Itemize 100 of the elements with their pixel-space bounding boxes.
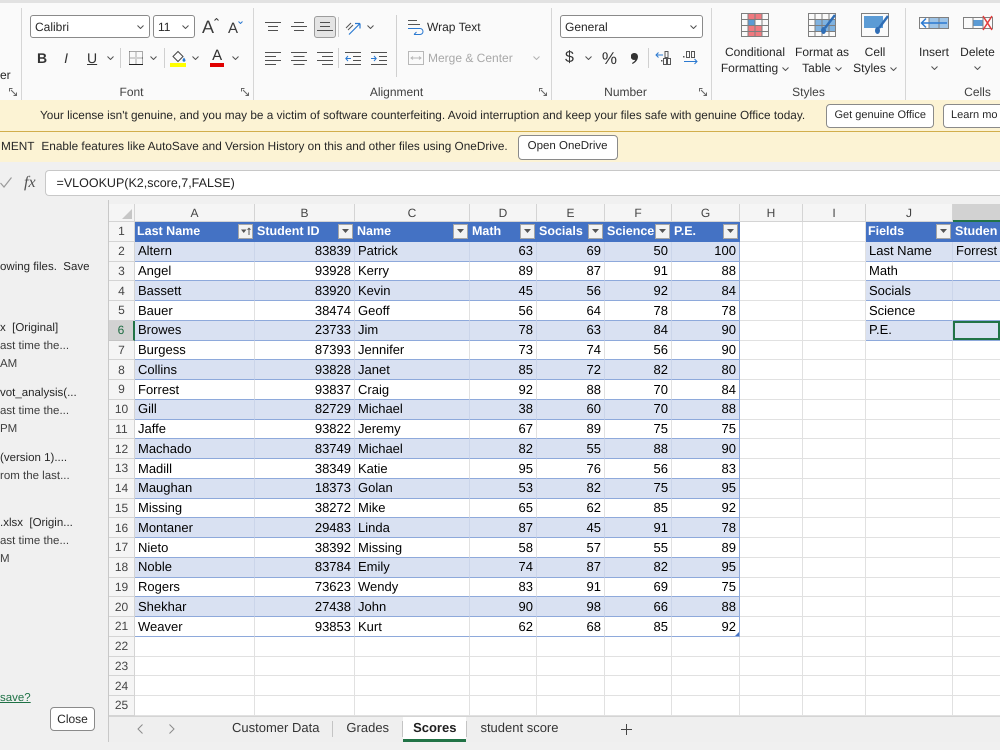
banner-button[interactable]: Learn mo — [943, 104, 1000, 128]
open-onedrive-button[interactable]: Open OneDrive — [518, 134, 618, 160]
row-header[interactable]: 7 — [109, 340, 135, 360]
font-size-dropdown[interactable]: 11 — [153, 15, 195, 38]
wrap-text-button[interactable]: Wrap Text — [408, 15, 540, 38]
file-name[interactable]: x [Original] — [0, 319, 58, 337]
column-header[interactable]: B — [255, 204, 355, 222]
font-color-button[interactable]: A — [210, 49, 224, 67]
dialog-launcher-button[interactable] — [241, 88, 249, 96]
dialog-launcher-button[interactable] — [9, 88, 17, 96]
formula-field[interactable]: =VLOOKUP(K2,score,7,FALSE) — [44, 170, 1000, 196]
row-header[interactable]: 13 — [109, 459, 135, 479]
row-header[interactable]: 5 — [109, 301, 135, 321]
italic-button[interactable]: I — [64, 51, 68, 65]
table-style-button[interactable]: Format as Table — [794, 13, 850, 76]
increase-indent-button[interactable] — [371, 52, 387, 64]
file-name[interactable]: .xlsx [Origin... — [0, 514, 73, 532]
table-cell: 29483 — [255, 518, 355, 538]
row-header[interactable]: 21 — [109, 617, 135, 637]
column-header[interactable]: D — [470, 204, 537, 222]
insert-button[interactable]: Insert — [915, 14, 953, 70]
row-header[interactable]: 6 — [109, 320, 135, 340]
column-header[interactable]: G — [672, 204, 740, 222]
delete-button[interactable]: Delete — [958, 14, 997, 70]
fill-color-button[interactable] — [170, 50, 186, 66]
comma-style-button[interactable] — [631, 52, 638, 64]
decrease-decimal-button[interactable] — [683, 51, 700, 65]
filter-button[interactable] — [936, 224, 951, 239]
column-header[interactable]: J — [866, 204, 953, 222]
table-cell: 89 — [672, 538, 740, 558]
row-header[interactable]: 9 — [109, 380, 135, 400]
dropdown-button[interactable] — [232, 56, 240, 60]
cell-style-button[interactable]: Cell Styles — [851, 13, 899, 76]
column-header[interactable]: F — [605, 204, 672, 222]
row-header[interactable]: 20 — [109, 597, 135, 617]
table-cell: Madill — [135, 459, 255, 479]
dropdown-button[interactable] — [150, 56, 158, 60]
underline-button[interactable]: U — [87, 51, 98, 65]
filter-button[interactable] — [453, 224, 468, 239]
row-header[interactable]: 2 — [109, 242, 135, 262]
insert-function-button[interactable]: fx — [24, 170, 36, 196]
column-header[interactable]: E — [537, 204, 605, 222]
banner-button[interactable]: Get genuine Office — [826, 104, 934, 128]
dropdown-button[interactable] — [584, 56, 592, 60]
dialog-launcher-button[interactable] — [539, 88, 547, 96]
percent-button[interactable]: % — [602, 50, 618, 66]
sheet-tab[interactable]: student score — [467, 716, 572, 742]
column-header[interactable]: I — [803, 204, 866, 222]
file-name[interactable]: (version 1).... — [0, 449, 68, 467]
filter-button[interactable] — [655, 224, 670, 239]
column-header[interactable]: A — [135, 204, 255, 222]
check-icon[interactable] — [0, 177, 12, 188]
sheet-tab[interactable]: Grades — [333, 716, 402, 742]
dropdown-button[interactable] — [107, 56, 114, 60]
row-header[interactable]: 16 — [109, 518, 135, 538]
file-name[interactable]: vot_analysis(... — [0, 384, 77, 402]
row-header[interactable]: 12 — [109, 439, 135, 459]
filter-button[interactable] — [338, 224, 353, 239]
shrink-font-button[interactable]: A — [228, 20, 244, 36]
close-button[interactable]: Close — [50, 707, 95, 731]
dropdown-button[interactable] — [192, 56, 200, 60]
filter-button[interactable] — [588, 224, 603, 239]
font-dropdown[interactable]: Calibri — [30, 15, 150, 38]
row-header[interactable]: 10 — [109, 400, 135, 420]
row-header[interactable]: 1 — [109, 222, 135, 242]
filter-button[interactable] — [723, 224, 738, 239]
add-sheet-button[interactable] — [621, 724, 632, 735]
row-header[interactable]: 15 — [109, 498, 135, 518]
column-header[interactable]: H — [740, 204, 803, 222]
row-header[interactable]: 8 — [109, 360, 135, 380]
sort-filter-button[interactable] — [238, 224, 253, 239]
row-header[interactable]: 23 — [109, 656, 135, 676]
row-header[interactable]: 25 — [109, 696, 135, 716]
row-header[interactable]: 3 — [109, 262, 135, 282]
decrease-indent-button[interactable] — [345, 52, 361, 64]
sheet-tab[interactable]: Customer Data — [219, 716, 332, 742]
bold-button[interactable]: B — [37, 51, 48, 65]
row-header[interactable]: 24 — [109, 676, 135, 696]
row-header[interactable]: 14 — [109, 478, 135, 498]
column-header[interactable] — [953, 204, 1000, 222]
row-header[interactable]: 19 — [109, 578, 135, 598]
row-header[interactable]: 22 — [109, 636, 135, 656]
increase-decimal-button[interactable] — [655, 51, 672, 65]
scroll-left-button[interactable] — [137, 724, 143, 734]
row-header[interactable]: 18 — [109, 558, 135, 578]
align-button[interactable] — [314, 16, 336, 38]
column-header[interactable]: C — [355, 204, 470, 222]
sheet-tab[interactable]: Scores — [403, 716, 466, 742]
row-header[interactable]: 4 — [109, 281, 135, 301]
dialog-launcher-button[interactable] — [699, 88, 707, 96]
help-link[interactable]: save? — [0, 689, 31, 707]
currency-button[interactable]: $ — [565, 50, 574, 66]
conditional-style-button[interactable]: Conditional Formatting — [720, 13, 790, 76]
number-format-dropdown[interactable]: General — [560, 15, 703, 38]
borders-button[interactable] — [129, 51, 144, 65]
scroll-right-button[interactable] — [169, 724, 175, 734]
row-header[interactable]: 17 — [109, 538, 135, 558]
filter-button[interactable] — [520, 224, 535, 239]
grow-font-button[interactable]: A — [202, 18, 220, 36]
row-header[interactable]: 11 — [109, 420, 135, 440]
